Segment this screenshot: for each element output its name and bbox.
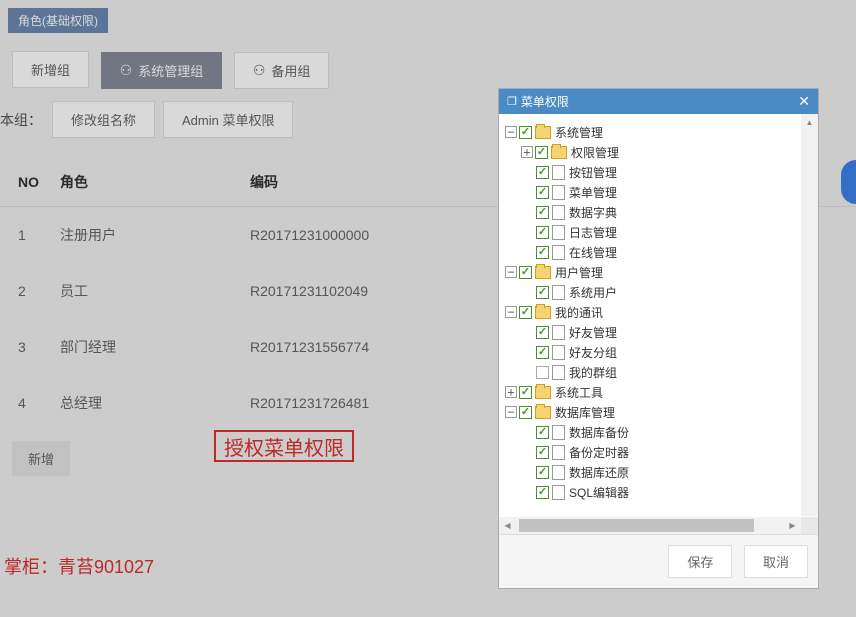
expand-icon[interactable]: + xyxy=(505,386,517,398)
tree-node[interactable]: 备份定时器 xyxy=(521,442,814,462)
scrollbar-corner xyxy=(801,517,818,534)
checkbox[interactable] xyxy=(536,426,549,439)
tree-node[interactable]: 数据字典 xyxy=(521,202,814,222)
checkbox[interactable] xyxy=(536,246,549,259)
folder-icon xyxy=(535,406,551,419)
checkbox[interactable] xyxy=(536,466,549,479)
checkbox[interactable] xyxy=(536,166,549,179)
tree-node[interactable]: 日志管理 xyxy=(521,222,814,242)
collapse-icon[interactable]: − xyxy=(505,306,517,318)
file-icon xyxy=(552,425,565,440)
system-group-label: 系统管理组 xyxy=(138,61,203,80)
collapse-icon[interactable]: − xyxy=(505,126,517,138)
file-icon xyxy=(552,485,565,500)
file-icon xyxy=(552,205,565,220)
user-icon: ⚇ xyxy=(253,62,266,79)
tree-node[interactable]: 在线管理 xyxy=(521,242,814,262)
footer-text: 掌柜：青苔901027 xyxy=(4,553,154,579)
checkbox[interactable] xyxy=(536,486,549,499)
system-group-button[interactable]: ⚇ 系统管理组 xyxy=(101,52,223,89)
tree-node[interactable]: 系统用户 xyxy=(521,282,814,302)
tree-node[interactable]: 好友管理 xyxy=(521,322,814,342)
save-button[interactable]: 保存 xyxy=(668,545,732,578)
menu-permission-dialog: ❐ 菜单权限 ✕ − 系统管理 + 权限管理 xyxy=(498,88,819,589)
checkbox[interactable] xyxy=(536,206,549,219)
collapse-icon[interactable]: − xyxy=(505,406,517,418)
tree-node-system-mgmt[interactable]: − 系统管理 xyxy=(505,122,814,142)
side-tab[interactable] xyxy=(841,160,856,204)
add-button[interactable]: 新增 xyxy=(12,441,70,476)
scrollbar-horizontal[interactable] xyxy=(499,517,801,534)
checkbox[interactable] xyxy=(519,406,532,419)
checkbox[interactable] xyxy=(519,386,532,399)
checkbox[interactable] xyxy=(536,346,549,359)
checkbox[interactable] xyxy=(536,326,549,339)
group-label: 本组： xyxy=(0,110,42,130)
folder-icon xyxy=(535,306,551,319)
file-icon xyxy=(552,185,565,200)
tree-node-sys-tool[interactable]: + 系统工具 xyxy=(505,382,814,402)
tree-node-user-mgmt[interactable]: − 用户管理 xyxy=(505,262,814,282)
tag-role-basic[interactable]: 角色(基础权限) xyxy=(8,8,108,33)
file-icon xyxy=(552,165,565,180)
dialog-title: 菜单权限 xyxy=(521,93,569,110)
backup-group-label: 备用组 xyxy=(271,61,310,80)
rename-group-button[interactable]: 修改组名称 xyxy=(52,101,155,138)
col-no: NO xyxy=(0,158,50,207)
file-icon xyxy=(552,225,565,240)
checkbox[interactable] xyxy=(519,126,532,139)
tree-node[interactable]: 好友分组 xyxy=(521,342,814,362)
tree-node[interactable]: 我的群组 xyxy=(521,362,814,382)
user-icon: ⚇ xyxy=(120,62,133,79)
folder-icon xyxy=(551,146,567,159)
permission-tree: − 系统管理 + 权限管理 按钮 xyxy=(503,122,814,502)
tree-node-db-mgmt[interactable]: − 数据库管理 xyxy=(505,402,814,422)
col-role: 角色 xyxy=(50,158,240,207)
checkbox[interactable] xyxy=(536,286,549,299)
folder-icon xyxy=(535,386,551,399)
file-icon xyxy=(552,345,565,360)
tree-node[interactable]: + 权限管理 xyxy=(521,142,814,162)
dialog-header[interactable]: ❐ 菜单权限 ✕ xyxy=(499,89,818,114)
file-icon xyxy=(552,465,565,480)
folder-icon xyxy=(535,126,551,139)
checkbox[interactable] xyxy=(536,226,549,239)
checkbox[interactable] xyxy=(536,186,549,199)
file-icon xyxy=(552,245,565,260)
group-toolbar: 新增组 ⚇ 系统管理组 ⚇ 备用组 xyxy=(0,33,856,89)
checkbox[interactable] xyxy=(536,446,549,459)
scrollbar-vertical[interactable] xyxy=(801,114,818,516)
collapse-icon[interactable]: − xyxy=(505,266,517,278)
backup-group-button[interactable]: ⚇ 备用组 xyxy=(234,52,330,89)
tree-node[interactable]: 数据库备份 xyxy=(521,422,814,442)
tree-node-my-comm[interactable]: − 我的通讯 xyxy=(505,302,814,322)
folder-icon xyxy=(535,266,551,279)
file-icon xyxy=(552,445,565,460)
admin-menu-perm-button[interactable]: Admin 菜单权限 xyxy=(163,101,293,138)
cancel-button[interactable]: 取消 xyxy=(744,545,808,578)
dialog-body: − 系统管理 + 权限管理 按钮 xyxy=(499,114,818,534)
tree-node[interactable]: SQL编辑器 xyxy=(521,482,814,502)
file-icon xyxy=(552,285,565,300)
checkbox[interactable] xyxy=(536,366,549,379)
checkbox[interactable] xyxy=(519,306,532,319)
restore-icon: ❐ xyxy=(507,95,517,108)
tree-node[interactable]: 按钮管理 xyxy=(521,162,814,182)
tree-node[interactable]: 数据库还原 xyxy=(521,462,814,482)
highlight-annotation: 授权菜单权限 xyxy=(214,430,354,462)
tree-node[interactable]: 菜单管理 xyxy=(521,182,814,202)
file-icon xyxy=(552,365,565,380)
dialog-footer: 保存 取消 xyxy=(499,534,818,588)
close-icon[interactable]: ✕ xyxy=(798,93,810,110)
checkbox[interactable] xyxy=(519,266,532,279)
new-group-button[interactable]: 新增组 xyxy=(12,51,89,88)
checkbox[interactable] xyxy=(535,146,548,159)
file-icon xyxy=(552,325,565,340)
expand-icon[interactable]: + xyxy=(521,146,533,158)
